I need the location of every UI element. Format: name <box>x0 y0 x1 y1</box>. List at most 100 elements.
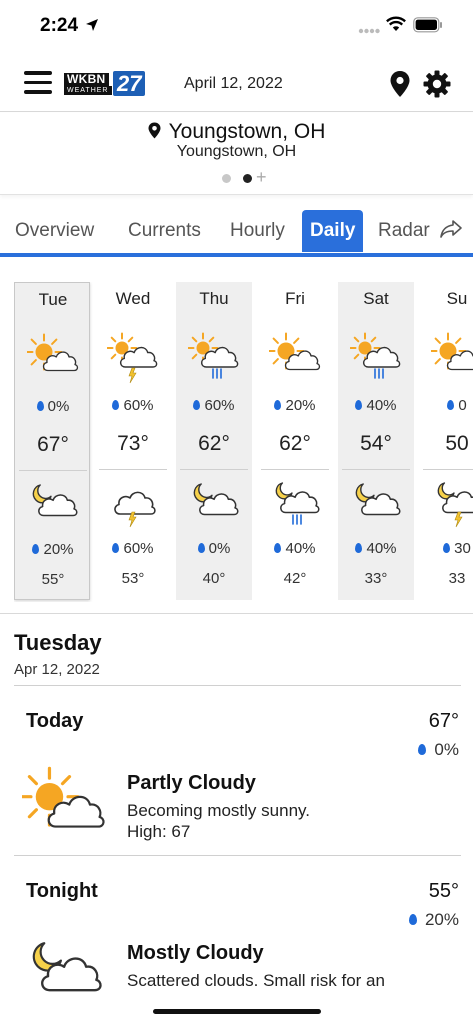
period-tonight: Tonight 55° 20% Mostly Cloudy Scattered … <box>0 870 473 992</box>
raindrop-icon <box>274 543 282 553</box>
period-description: Becoming mostly sunny. High: 67 <box>127 800 457 842</box>
period-name: Tonight <box>26 880 98 902</box>
tab-overview[interactable]: Overview <box>7 210 102 252</box>
period-temp: 67° <box>428 710 459 732</box>
moon-cloud-icon <box>350 478 402 535</box>
page-dot[interactable] <box>222 174 231 183</box>
precip-value: 60% <box>123 540 154 557</box>
day-column[interactable]: Fri 20% 62° 40% 42° <box>257 282 333 600</box>
precip-value: 0% <box>208 540 231 557</box>
period-condition: Mostly Cloudy <box>127 942 264 964</box>
low-temp: 53° <box>121 570 145 587</box>
day-column[interactable]: Sat 40% 54° 40% 33° <box>338 282 414 600</box>
high-temp: 62° <box>198 432 230 455</box>
header-date: April 12, 2022 <box>184 75 283 92</box>
period-description: Scattered clouds. Small risk for an <box>127 970 457 991</box>
tab-hourly[interactable]: Hourly <box>222 210 293 252</box>
raindrop-icon <box>32 544 40 554</box>
raindrop-icon <box>443 543 451 553</box>
divider <box>99 469 167 470</box>
detail-date: Apr 12, 2022 <box>14 661 100 678</box>
sun-rain-icon <box>349 332 402 389</box>
station-logo: WKBN WEATHER 27 <box>64 71 148 96</box>
add-location-icon[interactable]: + <box>256 167 267 188</box>
precip-value: 0 <box>458 397 467 414</box>
precip-value: 40% <box>366 540 397 557</box>
raindrop-icon <box>193 400 201 410</box>
sun-thunderstorm-icon <box>106 332 159 389</box>
partly-sunny-icon <box>19 766 106 855</box>
moon-cloud-icon <box>188 478 240 535</box>
divider <box>19 470 87 471</box>
precip-value: 30 <box>454 540 471 557</box>
location-title: Youngstown, OH <box>168 120 326 143</box>
page-dot-active[interactable] <box>243 174 252 183</box>
raindrop-icon <box>355 543 363 553</box>
period-precip-value: 0% <box>434 740 459 759</box>
day-name: Tue <box>38 290 68 309</box>
day-precip: 0% <box>15 398 91 415</box>
raindrop-icon <box>197 543 205 553</box>
day-column[interactable]: Wed 60% 73° 60% 53° <box>95 282 171 600</box>
period-precip: 0% <box>418 740 459 760</box>
signal-dots-icon <box>358 28 380 34</box>
partly-sunny-icon <box>267 332 321 389</box>
period-condition: Partly Cloudy <box>127 772 256 794</box>
moon-cloud-icon <box>27 479 79 536</box>
divider <box>342 469 410 470</box>
high-temp: 54° <box>360 432 392 455</box>
location-pager[interactable]: + <box>220 167 280 187</box>
period-name: Today <box>26 710 84 732</box>
location-selector[interactable]: Youngstown, OH Youngstown, OH + <box>0 113 473 195</box>
divider <box>0 613 473 614</box>
tab-daily[interactable]: Daily <box>302 210 364 252</box>
low-temp: 40° <box>202 570 226 587</box>
day-name: Su <box>446 289 468 308</box>
night-precip: 0% <box>176 540 252 557</box>
low-temp: 55° <box>41 571 65 588</box>
desc-line: High: 67 <box>127 822 191 841</box>
period-temp: 55° <box>428 880 459 902</box>
precip-value: 0% <box>47 398 70 415</box>
high-temp: 67° <box>37 433 69 456</box>
day-column[interactable]: Thu 60% 62° 0% 40° <box>176 282 252 600</box>
tab-radar[interactable]: Radar <box>370 210 463 252</box>
divider <box>14 855 461 856</box>
daily-forecast-strip[interactable]: Tue 0% 67° 20% 55° Wed 60% 73° 60% 53° Thu 60% 62° 0%… <box>14 282 473 602</box>
raindrop-icon <box>447 400 455 410</box>
period-precip: 20% <box>408 910 459 930</box>
detail-day-title: Tuesday <box>14 630 102 655</box>
weather-app: 2:24 WKBN WEATHER 27 April 12, 2022 Youn… <box>0 0 473 1024</box>
gear-icon[interactable] <box>423 70 451 98</box>
raindrop-icon <box>112 400 120 410</box>
day-column[interactable]: Tue 0% 67° 20% 55° <box>14 282 90 600</box>
logo-sub: WEATHER <box>64 86 112 95</box>
day-column[interactable]: Su 0 50 30 33 <box>419 282 473 600</box>
location-arrow-icon <box>86 19 98 31</box>
raindrop-icon <box>408 914 417 925</box>
hamburger-icon-bar <box>24 90 52 94</box>
night-precip: 40% <box>338 540 414 557</box>
tab-currents[interactable]: Currents <box>120 210 209 252</box>
thunderstorm-icon <box>107 478 159 535</box>
day-precip: 60% <box>176 397 252 414</box>
day-precip: 0 <box>419 397 473 414</box>
wifi-icon <box>386 16 406 31</box>
battery-icon <box>413 17 442 33</box>
high-temp: 73° <box>117 432 149 455</box>
low-temp: 33° <box>364 570 388 587</box>
tab-underline <box>0 253 473 257</box>
raindrop-icon <box>274 400 282 410</box>
day-name: Sat <box>363 289 389 308</box>
menu-button[interactable] <box>24 71 52 95</box>
precip-value: 20% <box>43 541 74 558</box>
night-precip: 20% <box>15 541 91 558</box>
share-arrow-icon <box>440 220 462 238</box>
home-indicator <box>153 1009 321 1014</box>
desc-line: Scattered clouds. Small risk for an <box>127 971 385 990</box>
moon-cloud-icon <box>24 934 104 1019</box>
hamburger-icon-bar <box>24 71 52 75</box>
logo-number: 27 <box>113 71 146 96</box>
night-precip: 40% <box>257 540 333 557</box>
location-pin-icon[interactable] <box>389 70 411 98</box>
